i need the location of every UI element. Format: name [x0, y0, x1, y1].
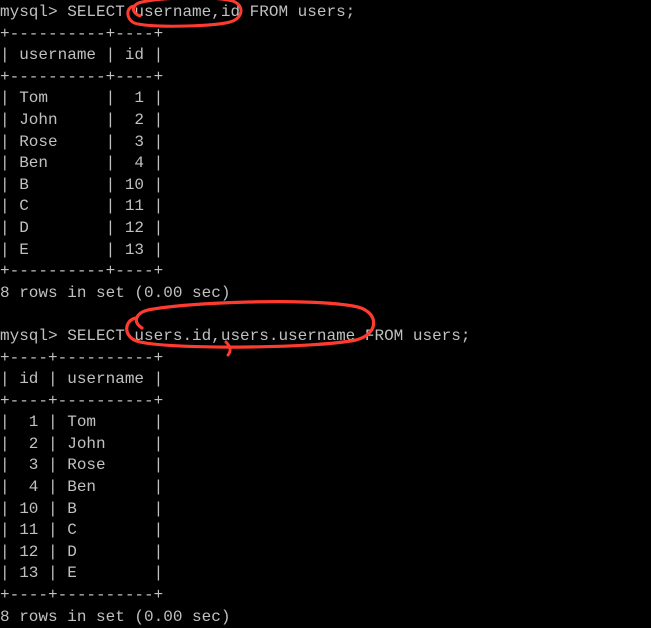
table-row: | D | 12 |	[0, 218, 651, 240]
table-row: | 1 | Tom |	[0, 412, 651, 434]
table-row: | 4 | Ben |	[0, 477, 651, 499]
table-row: | B | 10 |	[0, 175, 651, 197]
sql-query-1: SELECT username,id FROM users;	[67, 3, 355, 21]
table-row: | John | 2 |	[0, 110, 651, 132]
table-border: +----+----------+	[0, 585, 651, 607]
table-border: +----+----------+	[0, 391, 651, 413]
table-row: | 11 | C |	[0, 520, 651, 542]
blank-line	[0, 304, 651, 326]
mysql-prompt: mysql>	[0, 327, 67, 345]
table-row: | Tom | 1 |	[0, 88, 651, 110]
table-row: | 12 | D |	[0, 542, 651, 564]
table-row: | Rose | 3 |	[0, 132, 651, 154]
table-row: | E | 13 |	[0, 240, 651, 262]
table-row: | Ben | 4 |	[0, 153, 651, 175]
table-row: | 3 | Rose |	[0, 455, 651, 477]
table-border: +----+----------+	[0, 348, 651, 370]
table-border: +----------+----+	[0, 24, 651, 46]
result-message-2: 8 rows in set (0.00 sec)	[0, 607, 651, 628]
table-header-2: | id | username |	[0, 369, 651, 391]
table-header-1: | username | id |	[0, 45, 651, 67]
table-border: +----------+----+	[0, 67, 651, 89]
mysql-prompt: mysql>	[0, 3, 67, 21]
table-row: | 2 | John |	[0, 434, 651, 456]
table-row: | C | 11 |	[0, 196, 651, 218]
sql-prompt-line-2[interactable]: mysql> SELECT users.id,users.username FR…	[0, 326, 651, 348]
sql-prompt-line-1[interactable]: mysql> SELECT username,id FROM users;	[0, 2, 651, 24]
table-border: +----------+----+	[0, 261, 651, 283]
result-message-1: 8 rows in set (0.00 sec)	[0, 283, 651, 305]
sql-query-2: SELECT users.id,users.username FROM user…	[67, 327, 470, 345]
table-row: | 10 | B |	[0, 499, 651, 521]
